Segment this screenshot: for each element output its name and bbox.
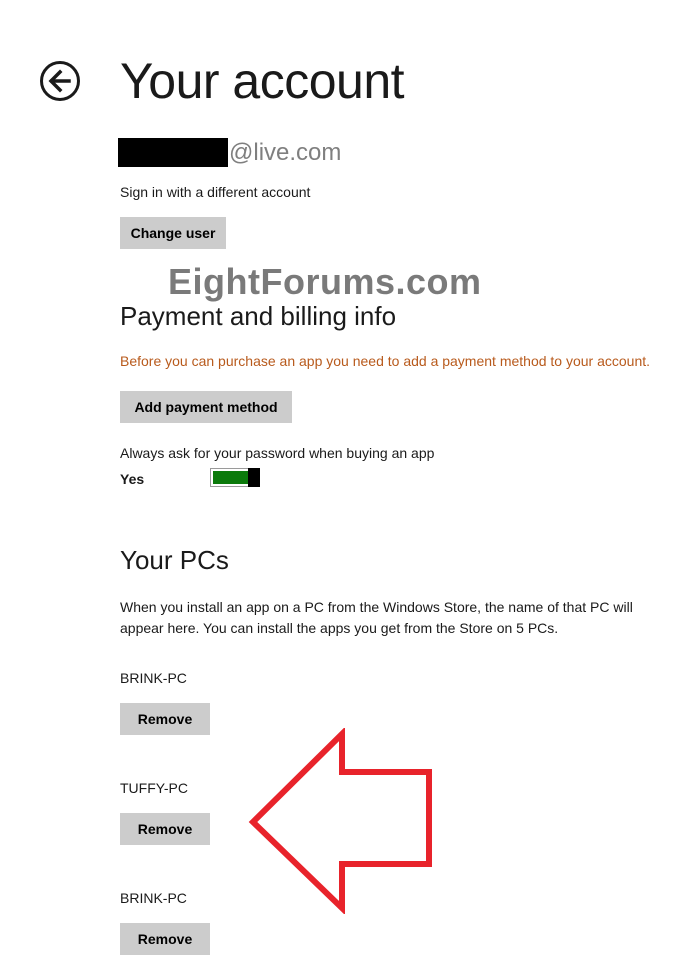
toggle-thumb[interactable] <box>248 468 260 487</box>
change-user-button[interactable]: Change user <box>120 217 226 249</box>
back-button[interactable] <box>40 61 80 101</box>
pc-name: BRINK-PC <box>120 670 187 686</box>
pcs-description: When you install an app on a PC from the… <box>120 599 633 636</box>
pc-name: BRINK-PC <box>120 890 187 906</box>
remove-pc-button[interactable]: Remove <box>120 923 210 955</box>
back-arrow-icon <box>48 69 71 93</box>
toggle-state-label: Yes <box>120 471 145 487</box>
payment-warning: Before you can purchase an app you need … <box>120 353 651 369</box>
redacted-username <box>118 138 228 167</box>
password-toggle[interactable] <box>210 468 260 487</box>
switch-account-prompt: Sign in with a different account <box>120 184 311 200</box>
annotation-arrow-icon <box>248 728 432 914</box>
pcs-heading: Your PCs <box>120 545 229 575</box>
remove-pc-button[interactable]: Remove <box>120 703 210 735</box>
page-title: Your account <box>120 53 405 109</box>
account-email-domain: @live.com <box>229 139 342 166</box>
payment-heading: Payment and billing info <box>120 301 397 331</box>
site-watermark: EightForums.com <box>168 261 482 302</box>
pc-name: TUFFY-PC <box>120 780 188 796</box>
password-prompt-label: Always ask for your password when buying… <box>120 445 435 461</box>
remove-pc-button[interactable]: Remove <box>120 813 210 845</box>
add-payment-method-button[interactable]: Add payment method <box>120 391 292 423</box>
toggle-fill <box>213 471 248 484</box>
